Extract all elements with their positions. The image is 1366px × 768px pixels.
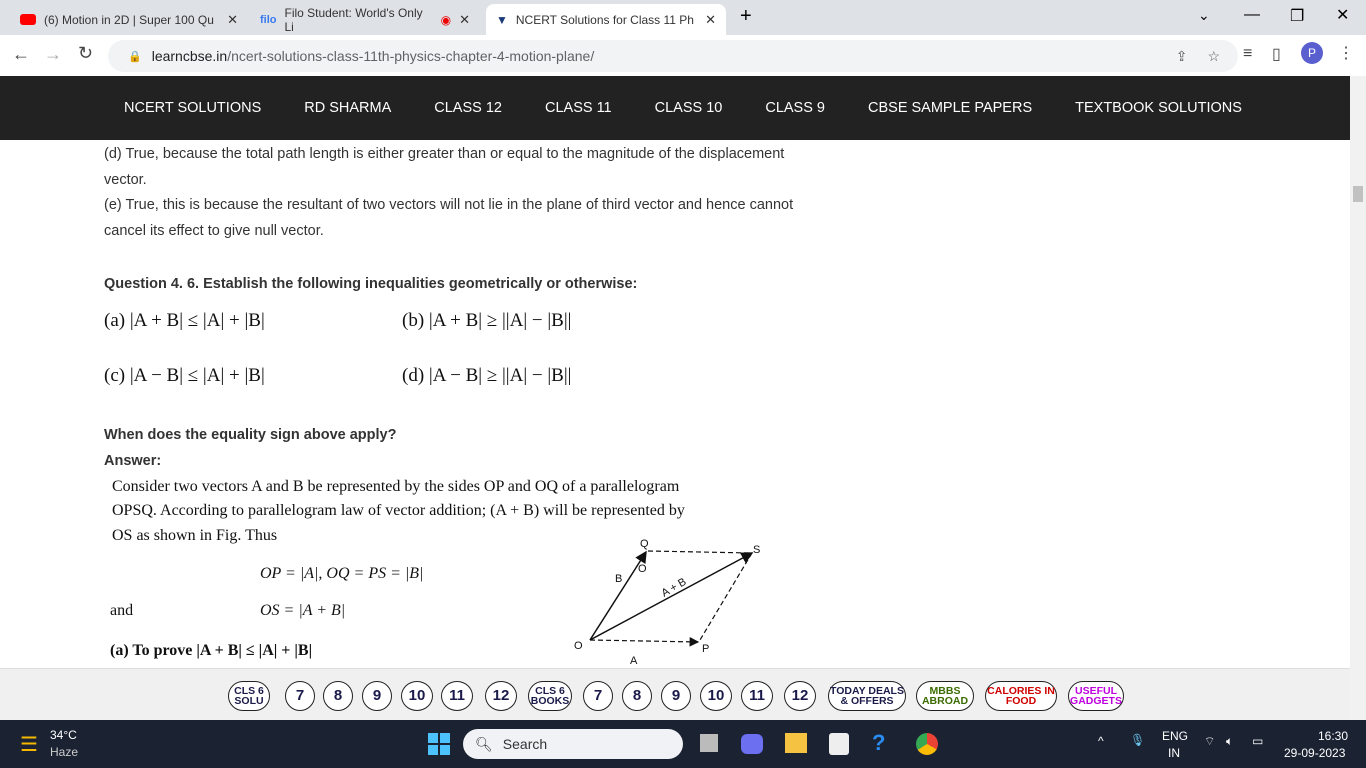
reload-button[interactable]: ↻ xyxy=(78,43,93,64)
label-b: B xyxy=(615,573,622,585)
forward-button[interactable]: → xyxy=(44,44,62,65)
filo-icon: filo xyxy=(260,13,277,26)
learncbse-icon: ▼ xyxy=(496,12,508,27)
tab-ncert[interactable]: ▼ NCERT Solutions for Class 11 Ph ✕ xyxy=(486,4,726,35)
ad-link-9[interactable]: 9 xyxy=(661,681,691,711)
label-a-plus-b: A + B xyxy=(660,576,689,600)
dashed-qs xyxy=(647,550,753,554)
ad-link-useful-gadgets[interactable]: USEFUL GADGETS xyxy=(1068,681,1124,711)
task-view-icon[interactable] xyxy=(700,734,718,752)
windows-start-icon[interactable] xyxy=(428,733,450,755)
microphone-icon: 🎙︎ xyxy=(1130,733,1146,747)
show-hidden-icons[interactable]: ^ xyxy=(1098,734,1104,748)
ad-link-7[interactable]: 7 xyxy=(285,681,315,711)
tab-youtube[interactable]: (6) Motion in 2D | Super 100 Qu ✕ xyxy=(10,4,248,35)
back-button[interactable]: ← xyxy=(12,44,30,65)
search-box[interactable]: 🔍︎ Search xyxy=(463,729,683,759)
tab-search-icon[interactable]: ⌄ xyxy=(1198,7,1210,24)
scrollbar[interactable] xyxy=(1350,76,1366,720)
class-links-bar: CLS 6 SOLU 7 8 9 10 11 12 CLS 6 BOOKS 7 8 9 10 11 12 T… xyxy=(0,668,1350,720)
weather-icon: ☰ xyxy=(20,734,38,756)
help-icon[interactable]: ? xyxy=(872,730,885,756)
url-bar[interactable]: 🔒 learncbse.in/ncert-solutions-class-11t… xyxy=(108,40,1238,72)
label-p: P xyxy=(702,643,709,655)
label-a: A xyxy=(630,655,638,667)
store-icon[interactable] xyxy=(829,733,849,755)
search-icon: 🔍︎ xyxy=(475,735,493,752)
inequality-a: (a) |A + B| ≤ |A| + |B| xyxy=(104,310,265,331)
bookmark-star-icon[interactable]: ☆ xyxy=(1207,48,1220,65)
lock-icon: 🔒 xyxy=(128,50,142,63)
recording-icon: ◉ xyxy=(440,12,452,27)
ad-link-cls-6-solu[interactable]: CLS 6 SOLU xyxy=(228,681,270,711)
inequality-c: (c) |A − B| ≤ |A| + |B| xyxy=(104,365,265,386)
close-tab-icon[interactable]: ✕ xyxy=(459,12,470,28)
ad-link-mbbs-abroad[interactable]: MBBS ABROAD xyxy=(916,681,974,711)
nav-class-9[interactable]: CLASS 9 xyxy=(765,100,825,116)
label-q: Q xyxy=(640,538,649,550)
dashed-ps xyxy=(699,552,753,641)
minimize-button[interactable]: — xyxy=(1244,6,1260,24)
restore-button[interactable]: ❐ xyxy=(1290,6,1304,26)
teams-icon[interactable] xyxy=(741,734,763,754)
nav-cbse-sample-papers[interactable]: CBSE SAMPLE PAPERS xyxy=(868,100,1032,116)
close-tab-icon[interactable]: ✕ xyxy=(227,12,238,28)
ad-link-11[interactable]: 11 xyxy=(741,681,773,711)
ad-link-8[interactable]: 8 xyxy=(622,681,652,711)
taskbar: ☰ 34°C Haze 🔍︎ Search ? ^ 🎙︎ ENG IN ⌔ 🔈︎ … xyxy=(0,720,1366,768)
new-tab-button[interactable]: + xyxy=(740,5,752,28)
close-window-button[interactable]: ✕ xyxy=(1336,5,1349,25)
label-o: O xyxy=(574,640,583,652)
profile-avatar[interactable]: P xyxy=(1301,42,1323,64)
nav-ncert-solutions[interactable]: NCERT SOLUTIONS xyxy=(124,100,261,116)
ad-link-calories-in-food[interactable]: CALORIES IN FOOD xyxy=(985,681,1057,711)
wifi-icon[interactable]: ⌔ xyxy=(1204,734,1215,749)
ad-link-8[interactable]: 8 xyxy=(323,681,353,711)
vector-a xyxy=(589,637,700,647)
side-panel-icon[interactable]: ▯ xyxy=(1272,44,1281,64)
tab-filo[interactable]: filo Filo Student: World's Only Li ◉ ✕ xyxy=(250,4,480,35)
battery-icon[interactable]: ▭ xyxy=(1252,734,1263,748)
scrollbar-thumb[interactable] xyxy=(1353,186,1363,202)
ad-link-10[interactable]: 10 xyxy=(700,681,732,711)
parallelogram-figure: O P Q S A B O A + B xyxy=(574,538,760,667)
vector-a-plus-b xyxy=(589,552,754,641)
chrome-icon[interactable] xyxy=(916,733,938,755)
file-explorer-icon[interactable] xyxy=(785,733,807,753)
ad-link-9[interactable]: 9 xyxy=(362,681,392,711)
site-nav: NCERT SOLUTIONS RD SHARMA CLASS 12 CLASS… xyxy=(0,76,1350,140)
nav-rd-sharma[interactable]: RD SHARMA xyxy=(304,100,391,116)
ad-link-12[interactable]: 12 xyxy=(784,681,816,711)
youtube-icon xyxy=(20,14,36,25)
nav-class-12[interactable]: CLASS 12 xyxy=(434,100,502,116)
ad-link-12[interactable]: 12 xyxy=(485,681,517,711)
ad-link-11[interactable]: 11 xyxy=(441,681,473,711)
nav-class-11[interactable]: CLASS 11 xyxy=(545,100,612,116)
menu-icon[interactable]: ⋮ xyxy=(1338,43,1354,63)
inequality-b: (b) |A + B| ≥ ||A| − |B|| xyxy=(402,310,572,331)
ad-link-10[interactable]: 10 xyxy=(401,681,433,711)
question-heading: Question 4. 6. Establish the following i… xyxy=(104,276,638,292)
label-o-small: O xyxy=(638,563,647,575)
label-s: S xyxy=(753,544,760,556)
ad-link-today-deals-offers[interactable]: TODAY DEALS & OFFERS xyxy=(828,681,906,711)
ad-link-7[interactable]: 7 xyxy=(583,681,613,711)
reading-list-icon[interactable]: ≡ xyxy=(1243,45,1252,63)
inequality-d: (d) |A − B| ≥ ||A| − |B|| xyxy=(402,365,572,386)
nav-class-10[interactable]: CLASS 10 xyxy=(655,100,723,116)
close-tab-icon[interactable]: ✕ xyxy=(705,12,716,28)
volume-icon[interactable]: 🔈︎ xyxy=(1226,734,1233,749)
ad-link-cls-6-books[interactable]: CLS 6 BOOKS xyxy=(528,681,572,711)
nav-textbook-solutions[interactable]: TEXTBOOK SOLUTIONS xyxy=(1075,100,1242,116)
share-icon[interactable]: ⇪ xyxy=(1176,48,1188,65)
tab-strip: (6) Motion in 2D | Super 100 Qu ✕ filo Fi… xyxy=(0,0,1366,35)
